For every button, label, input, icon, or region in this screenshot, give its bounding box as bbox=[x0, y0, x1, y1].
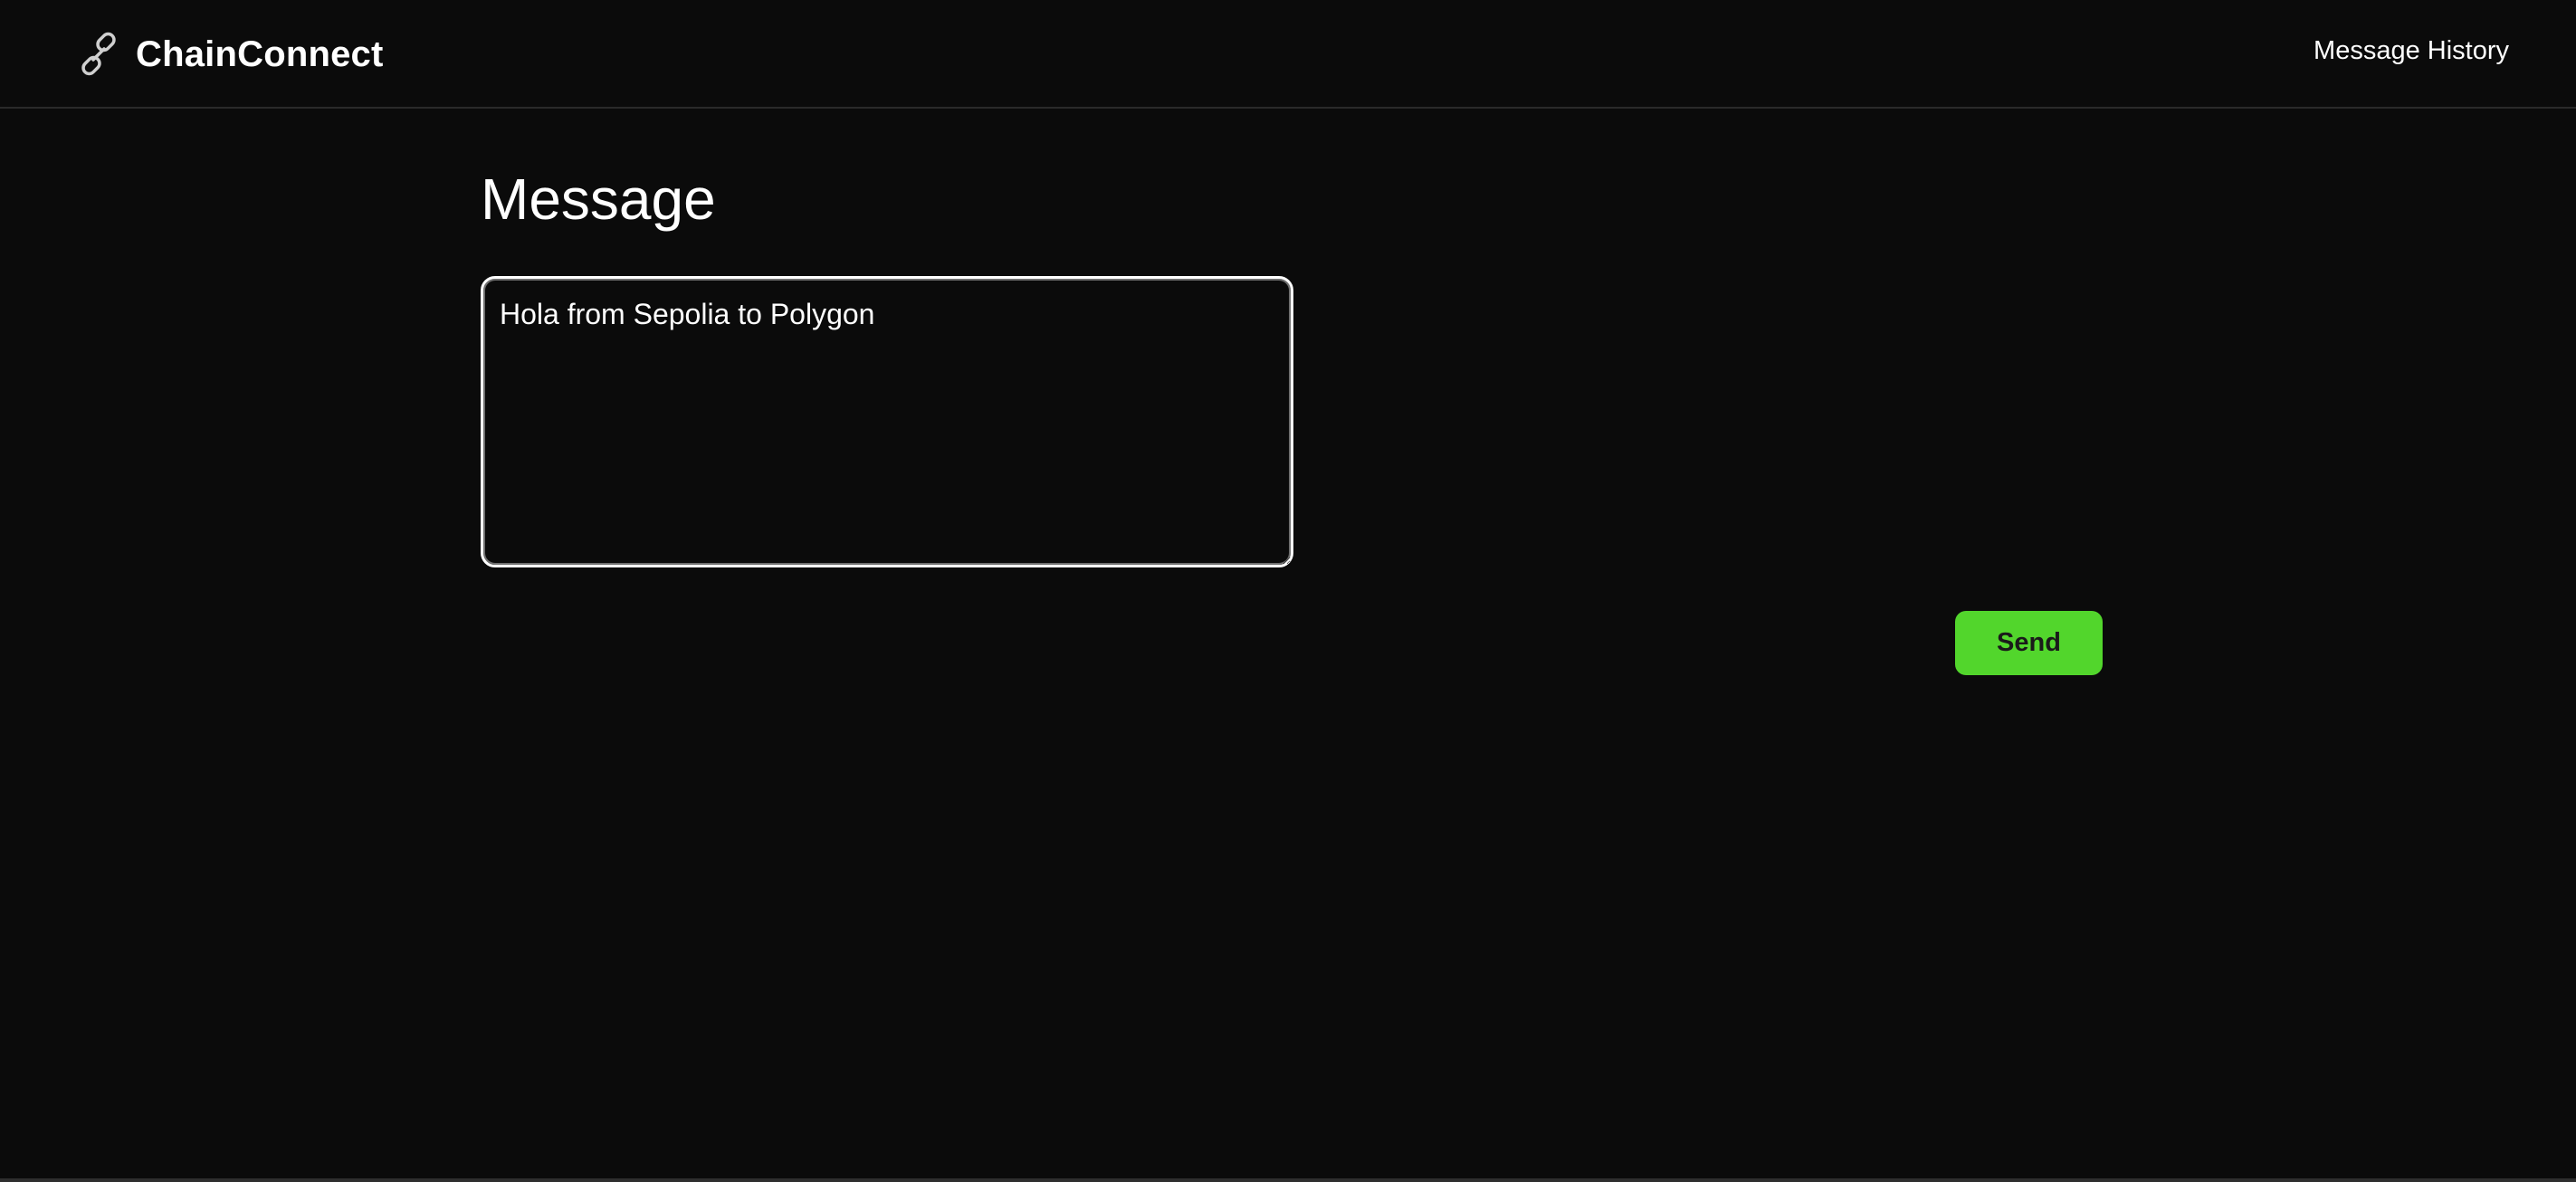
bottom-divider bbox=[0, 1178, 2576, 1182]
brand-name: ChainConnect bbox=[136, 33, 384, 74]
message-textarea[interactable]: Hola from Sepolia to Polygon bbox=[481, 276, 1293, 567]
app-window: ChainConnect Message History Message Hol… bbox=[0, 0, 2576, 1182]
link-chain-icon bbox=[76, 32, 121, 77]
page-title: Message bbox=[481, 167, 716, 232]
top-navigation-bar: ChainConnect Message History bbox=[0, 0, 2576, 109]
send-button[interactable]: Send bbox=[1955, 611, 2103, 675]
message-history-link[interactable]: Message History bbox=[2314, 36, 2509, 66]
brand-logo[interactable]: ChainConnect bbox=[76, 31, 384, 78]
